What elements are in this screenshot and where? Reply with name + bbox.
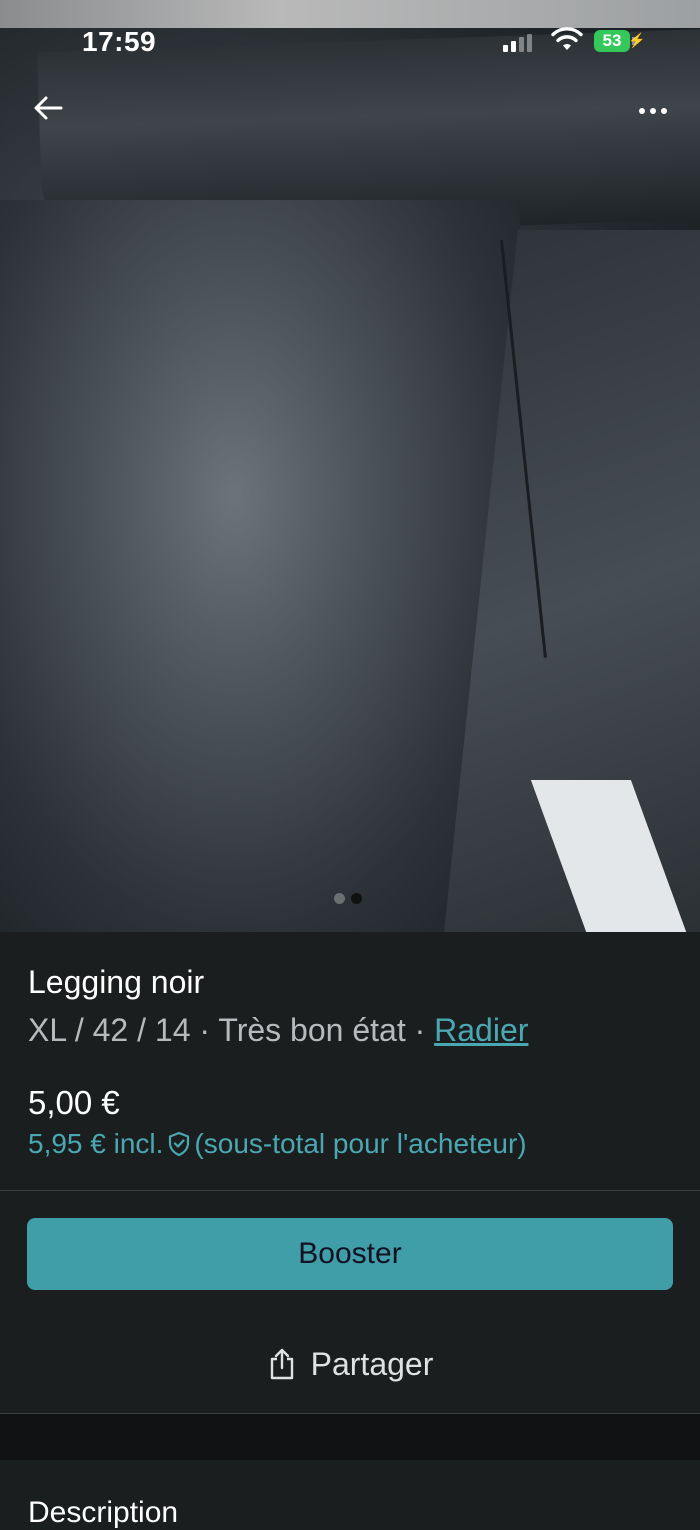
charging-bolt-icon: ⚡: [628, 32, 646, 48]
photo-left-leg: [0, 200, 520, 932]
price-incl-note: (sous-total pour l'acheteur): [194, 1128, 527, 1159]
more-dot-icon: [650, 108, 656, 114]
share-button[interactable]: Partager: [0, 1328, 700, 1400]
buyer-price-info[interactable]: 5,95 € incl. (sous-total pour l'acheteur…: [28, 1128, 527, 1160]
divider: [0, 1190, 700, 1191]
brand-link[interactable]: Radier: [434, 1012, 528, 1048]
product-title: Legging noir: [28, 964, 205, 1000]
shield-check-icon: [169, 1131, 190, 1157]
back-button[interactable]: [28, 88, 68, 128]
more-options-button[interactable]: [630, 96, 676, 126]
more-dot-icon: [639, 108, 645, 114]
condition-text: Très bon état: [218, 1012, 406, 1048]
product-attributes: XL / 42 / 14 · Très bon état · Radier: [28, 1012, 528, 1049]
wifi-icon: [551, 27, 583, 50]
battery-icon: 53: [594, 30, 630, 52]
cellular-signal-icon: [503, 34, 532, 52]
more-dot-icon: [661, 108, 667, 114]
status-time: 17:59: [82, 26, 157, 57]
description-heading: Description: [28, 1496, 179, 1529]
price-incl-text: 5,95 € incl.: [28, 1128, 164, 1159]
carousel-dot-active[interactable]: [351, 893, 362, 904]
arrow-left-icon: [34, 96, 63, 120]
section-gap: [0, 1414, 700, 1460]
separator: ·: [199, 1012, 211, 1048]
separator: ·: [414, 1012, 426, 1048]
price: 5,00 €: [28, 1084, 120, 1121]
status-bar: 17:59 53 ⚡: [0, 0, 700, 90]
size-text: XL / 42 / 14: [28, 1012, 191, 1048]
product-photo[interactable]: [0, 0, 700, 932]
share-label: Partager: [310, 1345, 434, 1382]
battery-level: 53: [602, 31, 622, 50]
booster-button[interactable]: Booster: [27, 1218, 673, 1290]
carousel-dot[interactable]: [334, 893, 345, 904]
carousel-indicator: [334, 893, 362, 904]
share-icon: [270, 1348, 293, 1380]
